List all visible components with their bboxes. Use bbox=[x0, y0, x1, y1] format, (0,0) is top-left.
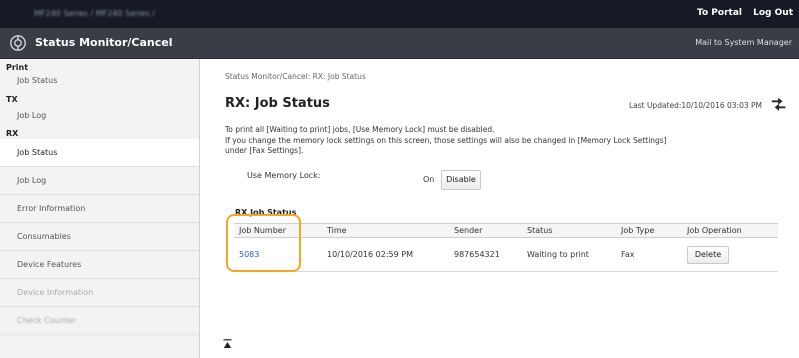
collapse-icon[interactable] bbox=[223, 339, 232, 349]
breadcrumb: Status Monitor/Cancel: RX: Job Status bbox=[225, 72, 366, 81]
col-header-time: Time bbox=[322, 223, 449, 238]
rx-job-status-heading: RX Job Status bbox=[235, 208, 297, 217]
sidebar: Print Job Status TX Job Log RX Job Statu… bbox=[0, 59, 200, 358]
memory-lock-label: Use Memory Lock: bbox=[247, 171, 321, 180]
table-row: 5083 10/10/2016 02:59 PM 987654321 Waiti… bbox=[234, 237, 778, 272]
sidebar-item-check-counter[interactable]: Check Counter bbox=[0, 307, 199, 335]
col-header-status: Status bbox=[522, 223, 616, 238]
operation-cell: Delete bbox=[682, 237, 778, 272]
sender-cell: 987654321 bbox=[449, 237, 522, 272]
app-title: Status Monitor/Cancel bbox=[35, 36, 173, 49]
sidebar-head-rx: RX bbox=[6, 129, 19, 138]
logout-link[interactable]: Log Out bbox=[753, 8, 793, 18]
sidebar-item-error-information[interactable]: Error Information bbox=[0, 195, 199, 223]
device-breadcrumb: MF240 Series / MF240 Series / bbox=[34, 9, 155, 18]
description-line: under [Fax Settings]. bbox=[225, 146, 304, 155]
top-bar: MF240 Series / MF240 Series / To Portal … bbox=[0, 0, 799, 28]
status-cell: Waiting to print bbox=[522, 237, 616, 272]
job-number-cell: 5083 bbox=[234, 237, 322, 272]
sidebar-item-device-features[interactable]: Device Features bbox=[0, 251, 199, 279]
title-bar: Status Monitor/Cancel Mail to System Man… bbox=[0, 28, 799, 59]
description-line: If you change the memory lock settings o… bbox=[225, 135, 667, 145]
table-header-row: Job Number Time Sender Status Job Type J… bbox=[234, 223, 778, 238]
job-number-link[interactable]: 5083 bbox=[239, 250, 259, 259]
sidebar-item-device-information[interactable]: Device Information bbox=[0, 279, 199, 307]
delete-button[interactable]: Delete bbox=[687, 245, 729, 264]
top-links: To Portal Log Out bbox=[689, 8, 793, 18]
disable-button[interactable]: Disable bbox=[441, 170, 481, 190]
page-title: RX: Job Status bbox=[225, 96, 330, 111]
job-type-cell: Fax bbox=[616, 237, 682, 272]
main-content: Status Monitor/Cancel: RX: Job Status RX… bbox=[201, 59, 799, 358]
sidebar-head-tx: TX bbox=[6, 95, 18, 104]
col-header-job-type: Job Type bbox=[616, 223, 682, 238]
sidebar-item-rx-job-status[interactable]: Job Status bbox=[0, 139, 199, 167]
refresh-icon[interactable] bbox=[770, 97, 788, 111]
sidebar-item-consumables[interactable]: Consumables bbox=[0, 223, 199, 251]
description-line: To print all [Waiting to print] jobs, [U… bbox=[225, 125, 495, 134]
to-portal-link[interactable]: To Portal bbox=[697, 8, 742, 18]
sidebar-item-rx-job-log[interactable]: Job Log bbox=[0, 167, 199, 195]
col-header-job-operation: Job Operation bbox=[682, 223, 778, 238]
sidebar-item-print-job-status[interactable]: Job Status bbox=[0, 73, 199, 91]
col-header-job-number: Job Number bbox=[234, 223, 322, 238]
memory-lock-description: To print all [Waiting to print] jobs, [U… bbox=[225, 125, 785, 157]
last-updated-text: Last Updated:10/10/2016 03:03 PM bbox=[628, 101, 762, 110]
mail-system-manager-link[interactable]: Mail to System Manager bbox=[695, 38, 792, 47]
time-cell: 10/10/2016 02:59 PM bbox=[322, 237, 449, 272]
status-monitor-logo-icon bbox=[10, 35, 26, 51]
sidebar-item-tx-job-log[interactable]: Job Log bbox=[0, 105, 199, 125]
col-header-sender: Sender bbox=[449, 223, 522, 238]
memory-lock-value: On bbox=[423, 175, 435, 184]
rx-job-table: Job Number Time Sender Status Job Type J… bbox=[234, 223, 778, 272]
sidebar-head-print: Print bbox=[6, 63, 29, 72]
